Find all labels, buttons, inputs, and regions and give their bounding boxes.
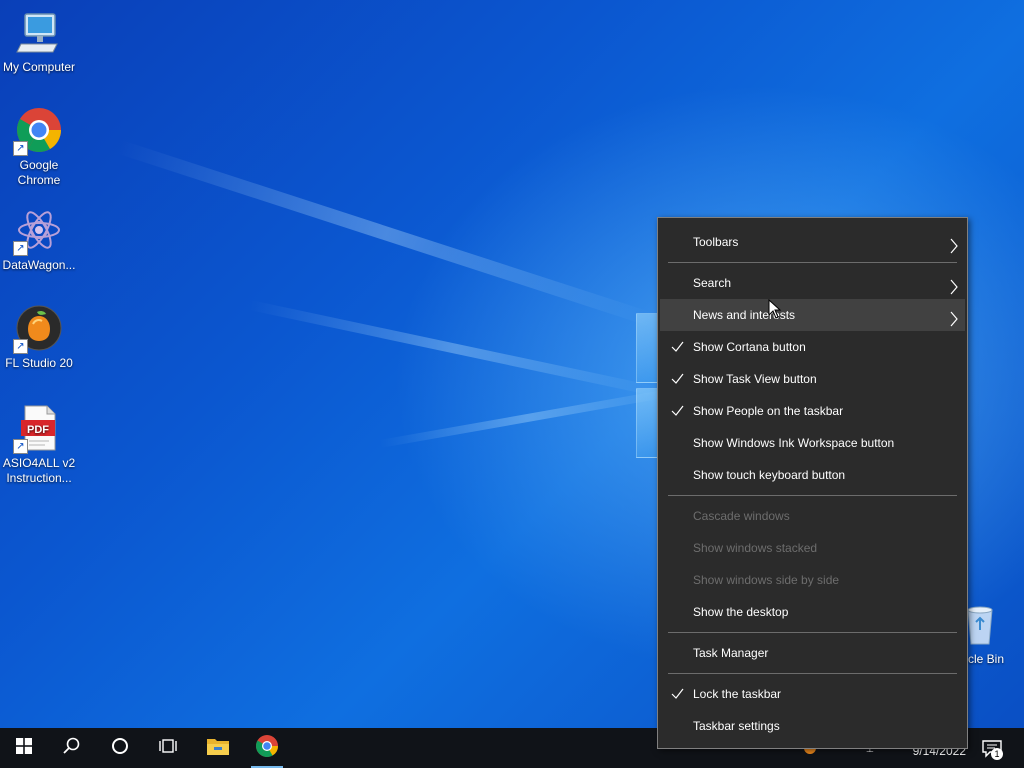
desktop-icon-label: ASIO4ALL v2 Instruction... (2, 456, 76, 485)
menu-item-label: Search (693, 276, 732, 290)
desktop-icon-google-chrome[interactable]: ↗ Google Chrome (1, 106, 77, 188)
menu-item-taskbar-settings[interactable]: Taskbar settings (660, 710, 965, 742)
start-button[interactable] (0, 728, 48, 768)
menu-item-search[interactable]: Search (660, 267, 965, 299)
task-view-button[interactable] (144, 728, 192, 768)
file-explorer-button[interactable] (194, 728, 242, 768)
mouse-cursor (768, 298, 782, 319)
wallpaper-beam (248, 300, 662, 398)
pdf-badge: PDF (27, 424, 49, 436)
menu-item-label: Toolbars (693, 235, 739, 249)
menu-item-show-windows-side-by-side: Show windows side by side (660, 564, 965, 596)
menu-item-task-manager[interactable]: Task Manager (660, 637, 965, 669)
menu-item-cascade-windows: Cascade windows (660, 500, 965, 532)
file-explorer-icon (206, 736, 230, 761)
pdf-file-icon: PDF ↗ (13, 404, 63, 454)
menu-item-label: Show Task View button (693, 372, 817, 386)
menu-item-label: Show windows side by side (693, 573, 840, 587)
notification-count-badge: 1 (991, 748, 1003, 760)
menu-item-label: Show the desktop (693, 605, 789, 619)
menu-separator (668, 632, 957, 633)
menu-item-label: Show Cortana button (693, 340, 806, 354)
desktop-icon-my-computer[interactable]: My Computer (1, 8, 77, 75)
menu-item-label: Taskbar settings (693, 719, 780, 733)
cortana-icon (111, 737, 129, 760)
desktop-icon-label: DataWagon... (2, 258, 76, 272)
shortcut-arrow-icon: ↗ (13, 241, 28, 256)
computer-icon (15, 8, 63, 56)
action-center-button[interactable]: 1 (978, 736, 1006, 762)
datawagon-icon: ↗ (13, 206, 63, 256)
menu-item-show-windows-ink[interactable]: Show Windows Ink Workspace button (660, 427, 965, 459)
wallpaper-beam (379, 387, 677, 448)
menu-item-label: Show windows stacked (693, 541, 818, 555)
task-view-icon (159, 737, 177, 760)
menu-separator (668, 262, 957, 263)
chrome-icon: ↗ (13, 106, 63, 156)
fl-studio-icon: ↗ (13, 304, 63, 354)
menu-item-news-and-interests[interactable]: News and interests (660, 299, 965, 331)
menu-separator (668, 673, 957, 674)
menu-item-label: Show People on the taskbar (693, 404, 844, 418)
chrome-taskbar-button[interactable] (243, 728, 291, 768)
menu-item-label: Task Manager (693, 646, 769, 660)
shortcut-arrow-icon: ↗ (13, 339, 28, 354)
menu-item-show-the-desktop[interactable]: Show the desktop (660, 596, 965, 628)
taskbar-search-button[interactable] (48, 728, 96, 768)
menu-item-label: Lock the taskbar (693, 687, 782, 701)
menu-item-label: Show Windows Ink Workspace button (693, 436, 895, 450)
menu-item-show-windows-stacked: Show windows stacked (660, 532, 965, 564)
desktop-icon-label: My Computer (2, 60, 76, 74)
menu-item-label: Cascade windows (693, 509, 790, 523)
search-icon (63, 737, 81, 760)
menu-item-label: Show touch keyboard button (693, 468, 846, 482)
desktop-icon-asio4all-pdf[interactable]: PDF ↗ ASIO4ALL v2 Instruction... (1, 404, 77, 486)
chrome-icon (255, 734, 279, 763)
wallpaper-beam (117, 140, 655, 327)
shortcut-arrow-icon: ↗ (13, 439, 28, 454)
taskbar-context-menu: Toolbars Search News and interests Show … (657, 217, 968, 749)
desktop-icon-datawagon[interactable]: ↗ DataWagon... (1, 206, 77, 273)
shortcut-arrow-icon: ↗ (13, 141, 28, 156)
menu-item-show-task-view-button[interactable]: Show Task View button (660, 363, 965, 395)
desktop-icon-fl-studio[interactable]: ↗ FL Studio 20 (1, 304, 77, 371)
cortana-button[interactable] (96, 728, 144, 768)
desktop-icon-label: FL Studio 20 (5, 356, 73, 370)
desktop-icon-label: Google Chrome (17, 158, 61, 187)
menu-item-lock-the-taskbar[interactable]: Lock the taskbar (660, 678, 965, 710)
start-icon (16, 737, 32, 759)
menu-item-toolbars[interactable]: Toolbars (660, 226, 965, 258)
menu-item-show-cortana-button[interactable]: Show Cortana button (660, 331, 965, 363)
menu-item-show-people[interactable]: Show People on the taskbar (660, 395, 965, 427)
pointer-icon (768, 298, 782, 319)
menu-item-show-touch-keyboard[interactable]: Show touch keyboard button (660, 459, 965, 491)
menu-separator (668, 495, 957, 496)
